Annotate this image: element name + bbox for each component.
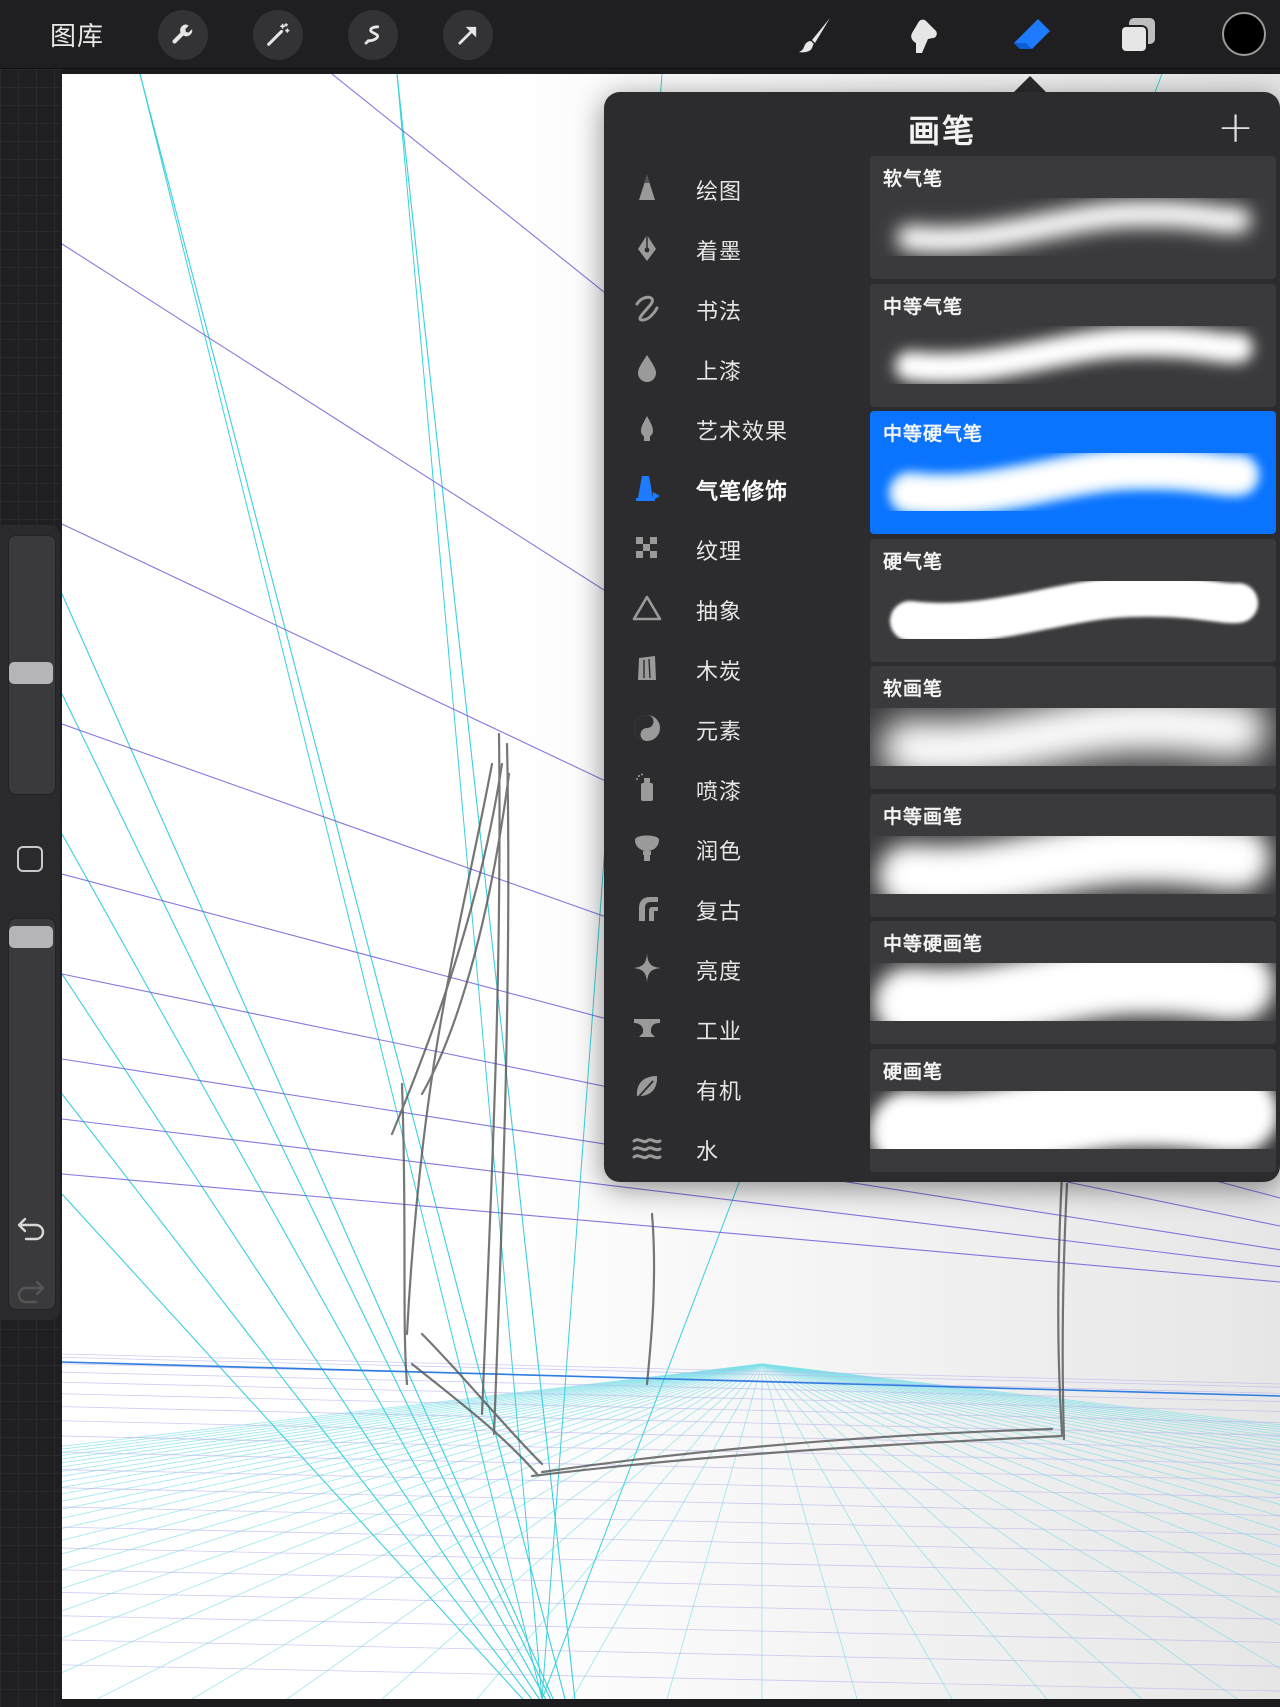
category-label: 上漆 (696, 360, 743, 385)
category-item[interactable]: 艺术效果 (604, 398, 866, 458)
category-item[interactable]: 工业 (604, 998, 866, 1058)
top-toolbar: 图库 (0, 0, 1280, 69)
brush-name: 软画笔 (883, 678, 944, 700)
brush-card[interactable]: 软气笔 (870, 156, 1276, 279)
category-label: 艺术效果 (696, 420, 789, 445)
brush-library-panel: 画笔 + 绘图着墨书法上漆艺术效果气笔修饰纹理抽象木炭元素喷漆润色复古亮度工业有… (604, 92, 1280, 1182)
paint-tool-button[interactable] (792, 12, 840, 58)
water-waves-icon (630, 1131, 664, 1165)
actions-button[interactable] (158, 10, 208, 60)
brush-name: 软气笔 (883, 168, 944, 190)
redo-icon[interactable] (14, 1278, 48, 1308)
anvil-icon (630, 1011, 664, 1045)
leaf-icon (630, 1071, 664, 1105)
magic-wand-icon (267, 23, 290, 46)
category-label: 元素 (696, 720, 743, 745)
brush-card[interactable]: 软画笔 (870, 666, 1276, 789)
category-item[interactable]: 气笔修饰 (604, 458, 866, 518)
brush-card[interactable]: 中等气笔 (870, 283, 1276, 407)
wrench-icon (172, 24, 193, 44)
category-label: 复古 (696, 900, 743, 925)
layers-icon (1120, 18, 1155, 53)
category-item[interactable]: 亮度 (604, 938, 866, 998)
category-item[interactable]: 纹理 (604, 518, 866, 578)
opacity-slider[interactable] (8, 918, 56, 1310)
category-label: 气笔修饰 (696, 480, 789, 505)
paint-drop-icon (630, 351, 664, 385)
category-label: 亮度 (696, 960, 743, 985)
category-label: 有机 (696, 1080, 743, 1105)
charcoal-icon (630, 651, 664, 685)
brush-size-thumb[interactable] (9, 662, 53, 684)
abstract-triangle-icon (630, 591, 664, 625)
eraser-icon (1014, 19, 1050, 49)
category-item[interactable]: 绘图 (604, 158, 866, 218)
brush-name: 中等气笔 (883, 295, 964, 318)
category-label: 喷漆 (696, 780, 743, 805)
brush-name: 中等硬画笔 (883, 933, 984, 955)
category-label: 纹理 (696, 540, 743, 565)
ink-nib-icon (630, 231, 664, 265)
smudge-icon (911, 19, 937, 53)
color-swatch[interactable] (1222, 12, 1266, 56)
category-label: 水 (696, 1140, 720, 1165)
selection-button[interactable] (348, 10, 398, 60)
pencil-tip-icon (630, 171, 664, 205)
opacity-thumb[interactable] (9, 926, 53, 948)
brush-name: 中等硬气笔 (883, 423, 984, 445)
category-item[interactable]: 喷漆 (604, 758, 866, 818)
texture-icon (630, 531, 664, 565)
category-item[interactable]: 元素 (604, 698, 866, 758)
category-item[interactable]: 着墨 (604, 218, 866, 278)
transform-arrow-icon (458, 26, 477, 45)
panel-title: 画笔 (907, 112, 976, 150)
sparkle-icon (630, 951, 664, 985)
eraser-tool-button[interactable] (1008, 12, 1056, 58)
category-item[interactable]: 书法 (604, 278, 866, 338)
brush-list: 软气笔中等气笔中等硬气笔硬气笔软画笔中等画笔中等硬画笔硬画笔 (866, 156, 1280, 1182)
category-label: 工业 (696, 1020, 743, 1045)
brush-card[interactable]: 中等硬气笔 (870, 411, 1276, 534)
category-label: 绘图 (696, 180, 743, 205)
category-label: 润色 (696, 840, 743, 865)
touchup-brush-icon (630, 831, 664, 865)
category-label: 书法 (696, 300, 743, 325)
layers-button[interactable] (1114, 12, 1162, 58)
add-brush-button[interactable]: + (1217, 102, 1254, 153)
brush-card[interactable]: 中等硬画笔 (870, 921, 1276, 1044)
category-list: 绘图着墨书法上漆艺术效果气笔修饰纹理抽象木炭元素喷漆润色复古亮度工业有机水 (604, 158, 866, 1178)
brush-name: 硬气笔 (883, 550, 944, 573)
category-item[interactable]: 润色 (604, 818, 866, 878)
yin-yang-icon (630, 711, 664, 745)
retro-icon (630, 891, 664, 925)
undo-icon[interactable] (14, 1215, 48, 1245)
modify-button[interactable] (17, 846, 43, 872)
artistic-icon (630, 411, 664, 445)
category-item[interactable]: 水 (604, 1118, 866, 1178)
brush-card[interactable]: 中等画笔 (870, 793, 1276, 917)
category-label: 着墨 (696, 240, 743, 265)
adjustments-button[interactable] (253, 10, 303, 60)
category-label: 抽象 (696, 600, 743, 625)
airbrush-icon (630, 471, 664, 505)
brush-name: 中等画笔 (883, 805, 964, 828)
brush-card[interactable]: 硬气笔 (870, 538, 1276, 662)
gallery-button[interactable]: 图库 (50, 16, 104, 53)
selection-icon (364, 25, 380, 45)
brush-card[interactable]: 硬画笔 (870, 1048, 1276, 1172)
sidebar-controls (0, 525, 60, 1320)
category-item[interactable]: 抽象 (604, 578, 866, 638)
calligraphy-icon (630, 291, 664, 325)
transform-button[interactable] (443, 10, 493, 60)
category-item[interactable]: 木炭 (604, 638, 866, 698)
category-item[interactable]: 有机 (604, 1058, 866, 1118)
category-item[interactable]: 上漆 (604, 338, 866, 398)
spray-can-icon (630, 771, 664, 805)
paintbrush-icon (799, 18, 830, 53)
brush-name: 硬画笔 (883, 1060, 944, 1083)
smudge-tool-button[interactable] (900, 12, 948, 58)
category-item[interactable]: 复古 (604, 878, 866, 938)
category-label: 木炭 (696, 660, 743, 685)
